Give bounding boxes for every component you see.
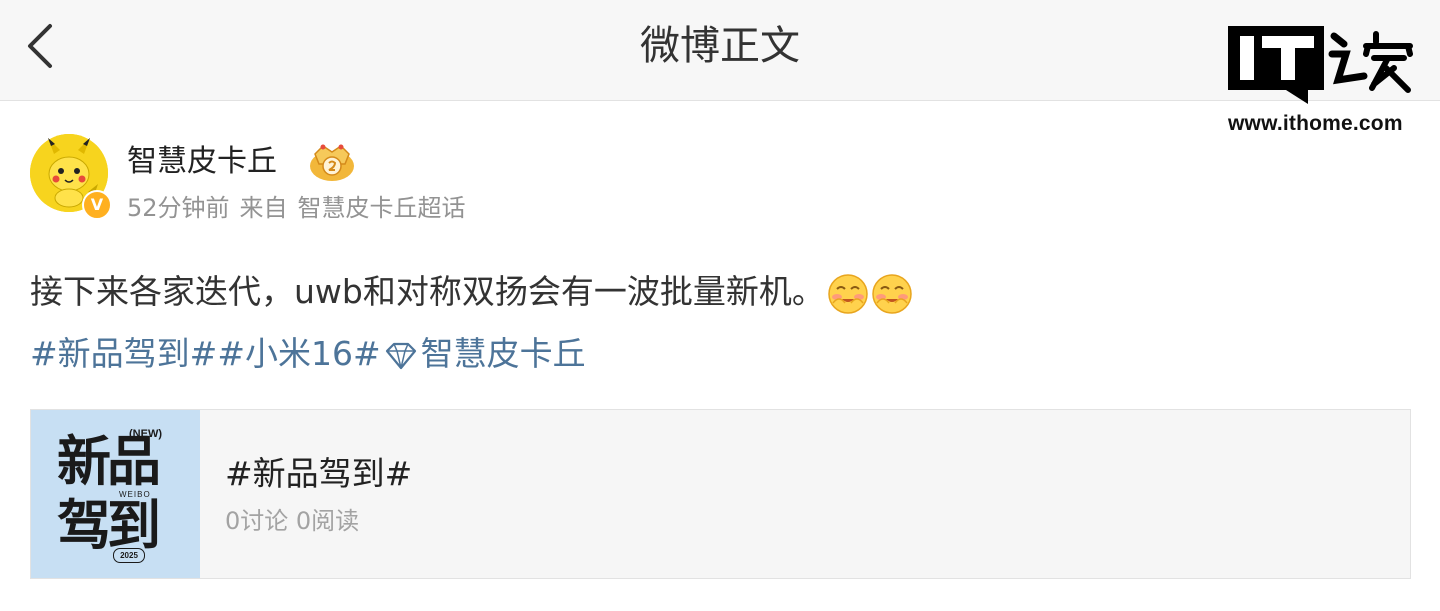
author-header: V 智慧皮卡丘 52分钟前 来自 智慧皮卡丘超话 (30, 134, 730, 224)
ithome-url: www.ithome.com (1228, 112, 1403, 135)
crown-badge-icon (310, 144, 354, 181)
page-title: 微博正文 (640, 23, 800, 69)
post-meta: 52分钟前 来自 智慧皮卡丘超话 (127, 190, 476, 226)
avatar[interactable]: V (30, 134, 112, 220)
supertopic-diamond-icon (385, 342, 416, 369)
blush-emoji-icon (872, 273, 912, 314)
blush-emoji-icon (828, 273, 868, 314)
top-nav-bar: 微博正文 (0, 0, 1440, 101)
topic-link-new-arrivals[interactable]: #新品驾到# (30, 334, 217, 373)
post-time: 52分钟前 (127, 194, 230, 222)
post-body: 接下来各家迭代，uwb和对称双扬会有一波批量新机。 (30, 268, 913, 316)
verified-badge: V (82, 190, 112, 220)
ithome-logo-icon (1228, 26, 1413, 104)
topic-card[interactable]: (NEW) 新品 WEIBO 驾到 2025 #新品驾到# 0讨论 0阅读 (30, 409, 1411, 579)
topic-link-xiaomi16[interactable]: #小米16# (217, 334, 380, 373)
topic-card-thumbnail: (NEW) 新品 WEIBO 驾到 2025 (31, 410, 200, 578)
post-tags: #新品驾到##小米16# 智慧皮卡丘 (30, 330, 586, 378)
source-prefix: 来自 (239, 194, 288, 222)
ithome-watermark: www.ithome.com (1226, 24, 1422, 142)
post-text: 接下来各家迭代，uwb和对称双扬会有一波批量新机。 (30, 272, 825, 311)
topic-card-stats: 0讨论 0阅读 (225, 507, 360, 535)
topic-card-title: #新品驾到# (225, 454, 413, 493)
supertopic-link[interactable]: 智慧皮卡丘 (421, 334, 586, 373)
thumb-line2: 驾到 (57, 494, 161, 557)
thumb-year-label: 2025 (113, 548, 145, 563)
thumb-line1: 新品 (57, 430, 161, 493)
author-name[interactable]: 智慧皮卡丘 (127, 140, 277, 184)
post-source-link[interactable]: 智慧皮卡丘超话 (298, 194, 466, 222)
